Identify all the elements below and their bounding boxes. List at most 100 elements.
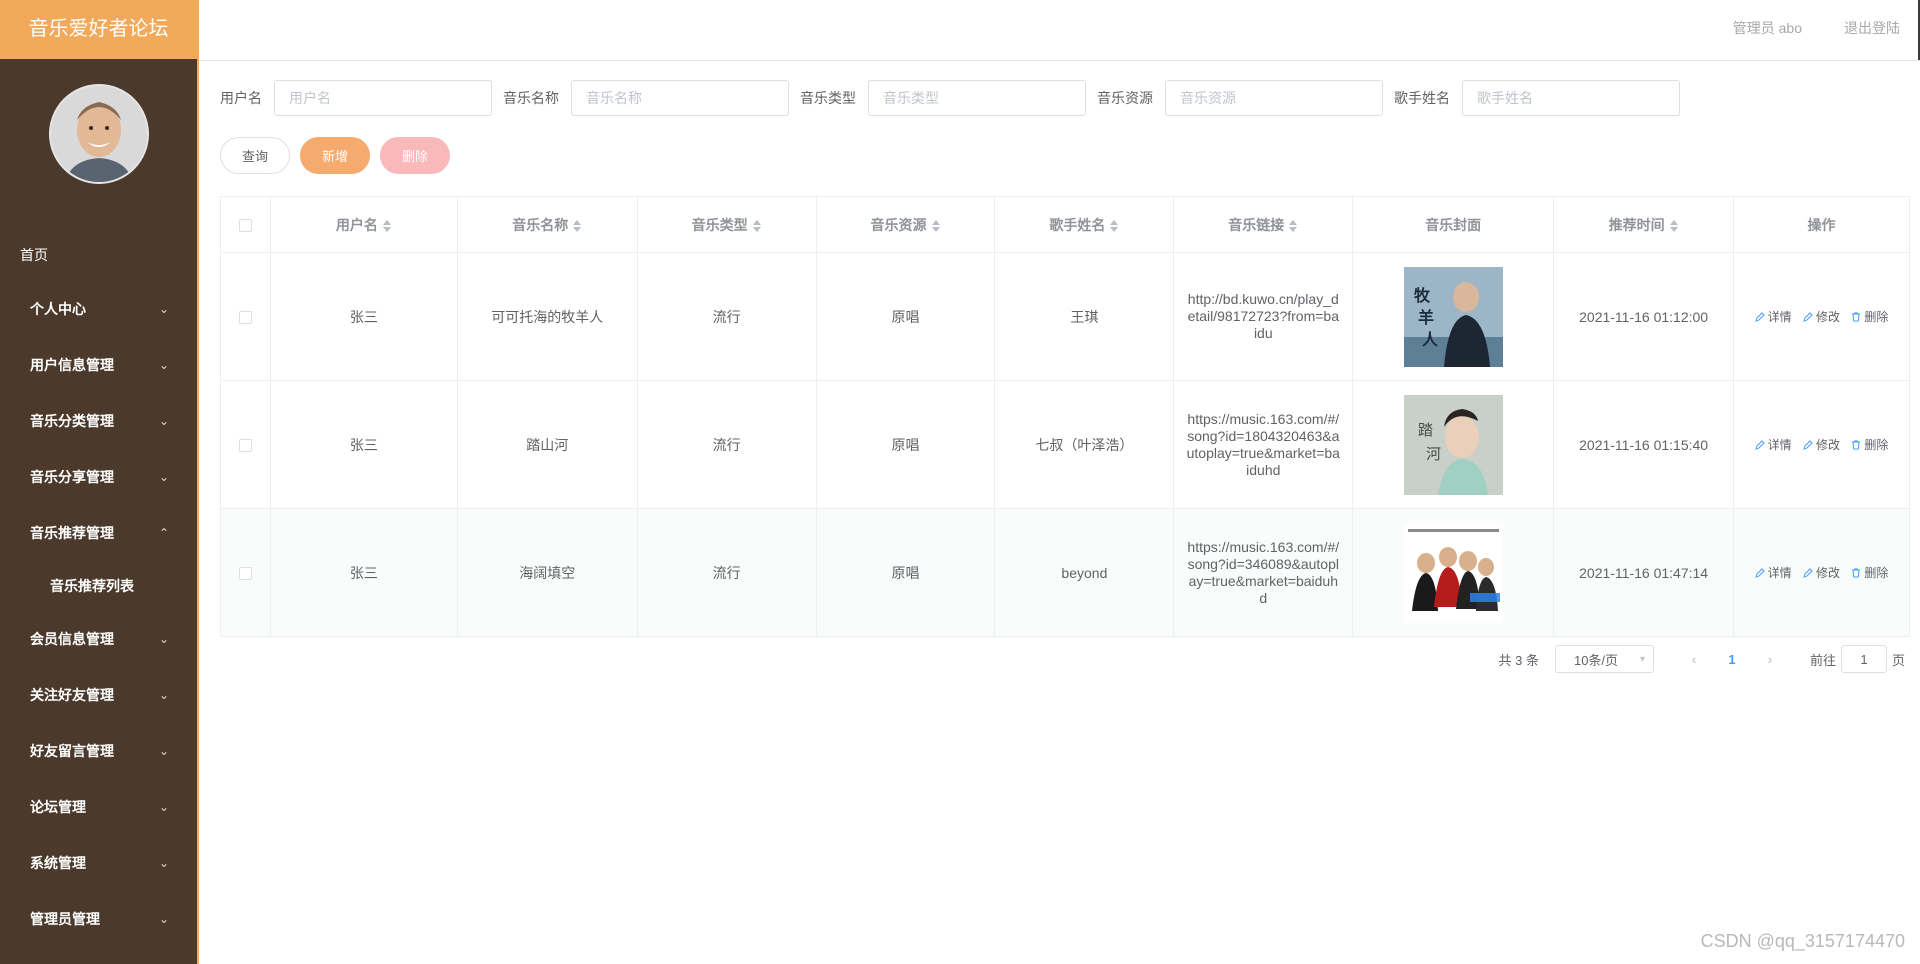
sort-icon[interactable]	[573, 219, 582, 233]
goto-page-input[interactable]	[1840, 645, 1887, 673]
column-header-music-name[interactable]: 音乐名称	[456, 196, 638, 253]
sidebar-item-forum[interactable]: 论坛管理 ⌄	[0, 779, 197, 835]
query-button[interactable]: 查询	[220, 137, 290, 174]
sidebar: 音乐爱好者论坛 首页 个人中心 ⌄ 用户信息管理 ⌄ 音乐分类管理 ⌄ 音乐分享管理 ⌄…	[0, 0, 199, 964]
sort-icon[interactable]	[1669, 219, 1679, 233]
admin-user-label: 管理员 abo	[1732, 20, 1802, 36]
edit-label: 修改	[1816, 310, 1841, 324]
sidebar-item-label: 好友留言管理	[30, 743, 114, 759]
row-delete-link[interactable]: 删除	[1851, 436, 1888, 453]
sort-icon[interactable]	[1289, 219, 1298, 233]
sidebar-item-music-category[interactable]: 音乐分类管理 ⌄	[0, 393, 197, 449]
sidebar-item-label: 个人中心	[30, 301, 86, 317]
row-delete-link[interactable]: 删除	[1851, 308, 1888, 325]
edit-link[interactable]: 修改	[1803, 564, 1840, 581]
detail-label: 详情	[1767, 566, 1792, 580]
sort-icon[interactable]	[752, 219, 762, 233]
sidebar-subitem-recommend-list[interactable]: 音乐推荐列表	[0, 561, 197, 611]
sidebar-item-system[interactable]: 系统管理 ⌄	[0, 835, 197, 891]
column-header-label: 音乐类型	[691, 216, 748, 233]
username-input[interactable]	[274, 80, 492, 116]
cell-username: 张三	[269, 380, 458, 509]
search-field-music-name: 音乐名称	[503, 80, 789, 116]
table-header-row: 用户名 音乐名称 音乐类型 音乐资源 歌手姓名 音乐链接 音乐封面 推荐时间 操…	[220, 196, 1910, 253]
singer-input[interactable]	[1462, 80, 1680, 116]
cell-actions: 详情 修改 删除	[1733, 380, 1910, 509]
music-name-input[interactable]	[571, 80, 789, 116]
edit-pencil-icon	[1754, 439, 1765, 450]
column-header-label: 歌手姓名	[1049, 216, 1106, 233]
page-size-select[interactable]: 10条/页 ▾	[1554, 645, 1654, 673]
sidebar-item-friend-messages[interactable]: 好友留言管理 ⌄	[0, 723, 197, 779]
column-header-link[interactable]: 音乐链接	[1173, 196, 1354, 253]
sidebar-item-music-recommend[interactable]: 音乐推荐管理 ⌃	[0, 505, 197, 561]
column-header-time[interactable]: 推荐时间	[1553, 196, 1735, 253]
detail-label: 详情	[1767, 310, 1792, 324]
row-checkbox[interactable]	[238, 439, 252, 453]
detail-link[interactable]: 详情	[1754, 564, 1792, 581]
sidebar-item-personal-center[interactable]: 个人中心 ⌄	[0, 281, 197, 337]
detail-link[interactable]: 详情	[1754, 308, 1792, 325]
field-label: 音乐类型	[800, 90, 856, 106]
search-form: 用户名 音乐名称 音乐类型 音乐资源 歌手姓名	[220, 80, 1691, 116]
watermark: CSDN @qq_3157174470	[1700, 931, 1905, 951]
column-header-singer[interactable]: 歌手姓名	[994, 196, 1175, 253]
column-header-username[interactable]: 用户名	[269, 196, 458, 253]
cell-actions: 详情 修改 删除	[1733, 252, 1910, 381]
cell-music-name: 海阔填空	[456, 508, 638, 637]
svg-text:人: 人	[1422, 330, 1439, 349]
cell-resource: 原唱	[815, 252, 996, 381]
goto-suffix: 页	[1891, 652, 1905, 668]
table-row: 张三 海阔填空 流行 原唱 beyond https://music.163.c…	[220, 508, 1910, 637]
music-resource-input[interactable]	[1165, 80, 1383, 116]
sidebar-item-music-share[interactable]: 音乐分享管理 ⌄	[0, 449, 197, 505]
chevron-down-icon: ⌄	[158, 414, 169, 428]
row-checkbox[interactable]	[238, 567, 252, 581]
next-page-button[interactable]: ›	[1752, 651, 1788, 667]
prev-page-button[interactable]: ‹	[1676, 651, 1712, 667]
trash-icon	[1852, 440, 1861, 449]
chevron-down-icon: ⌄	[158, 744, 169, 758]
detail-link[interactable]: 详情	[1754, 436, 1792, 453]
select-all-checkbox[interactable]	[238, 219, 252, 233]
row-select-cell	[220, 252, 271, 381]
edit-pencil-icon	[1754, 567, 1765, 578]
add-button[interactable]: 新增	[300, 137, 370, 174]
row-checkbox[interactable]	[238, 311, 252, 325]
sort-icon[interactable]	[1110, 219, 1119, 233]
cell-username: 张三	[269, 508, 458, 637]
table-row: 张三 可可托海的牧羊人 流行 原唱 王琪 http://bd.kuwo.cn/p…	[220, 252, 1910, 381]
edit-link[interactable]: 修改	[1803, 436, 1840, 453]
sidebar-item-follow-friends[interactable]: 关注好友管理 ⌄	[0, 667, 197, 723]
sort-icon[interactable]	[382, 219, 392, 233]
column-header-label: 推荐时间	[1608, 216, 1665, 233]
album-cover-icon: 踏 河	[1403, 394, 1503, 495]
cell-music-type: 流行	[636, 380, 817, 509]
cell-actions: 详情 修改 删除	[1733, 508, 1910, 637]
cell-cover	[1352, 508, 1555, 637]
avatar-image-icon	[50, 86, 147, 182]
row-delete-link[interactable]: 删除	[1851, 564, 1888, 581]
column-header-label: 音乐封面	[1425, 216, 1482, 233]
album-cover-image	[1403, 522, 1503, 623]
cell-singer: 王琪	[994, 252, 1175, 381]
column-header-resource[interactable]: 音乐资源	[815, 196, 996, 253]
column-header-music-type[interactable]: 音乐类型	[636, 196, 817, 253]
logout-link[interactable]: 退出登陆	[1844, 0, 1900, 56]
sidebar-item-member-info[interactable]: 会员信息管理 ⌄	[0, 611, 197, 667]
delete-button[interactable]: 删除	[380, 137, 450, 174]
sidebar-item-home[interactable]: 首页	[0, 229, 197, 281]
page-number-1[interactable]: 1	[1712, 652, 1752, 667]
cell-time: 2021-11-16 01:15:40	[1553, 380, 1735, 509]
sidebar-item-label: 音乐推荐管理	[30, 525, 114, 541]
sidebar-item-admin[interactable]: 管理员管理 ⌄	[0, 891, 197, 947]
sidebar-item-label: 论坛管理	[30, 799, 86, 815]
chevron-down-icon: ▾	[1639, 653, 1645, 665]
svg-text:牧: 牧	[1414, 286, 1431, 305]
edit-pencil-icon	[1803, 567, 1813, 578]
sidebar-item-user-info[interactable]: 用户信息管理 ⌄	[0, 337, 197, 393]
sort-icon[interactable]	[931, 219, 941, 233]
music-type-input[interactable]	[868, 80, 1086, 116]
edit-link[interactable]: 修改	[1803, 308, 1840, 325]
delete-label: 删除	[1864, 438, 1889, 452]
